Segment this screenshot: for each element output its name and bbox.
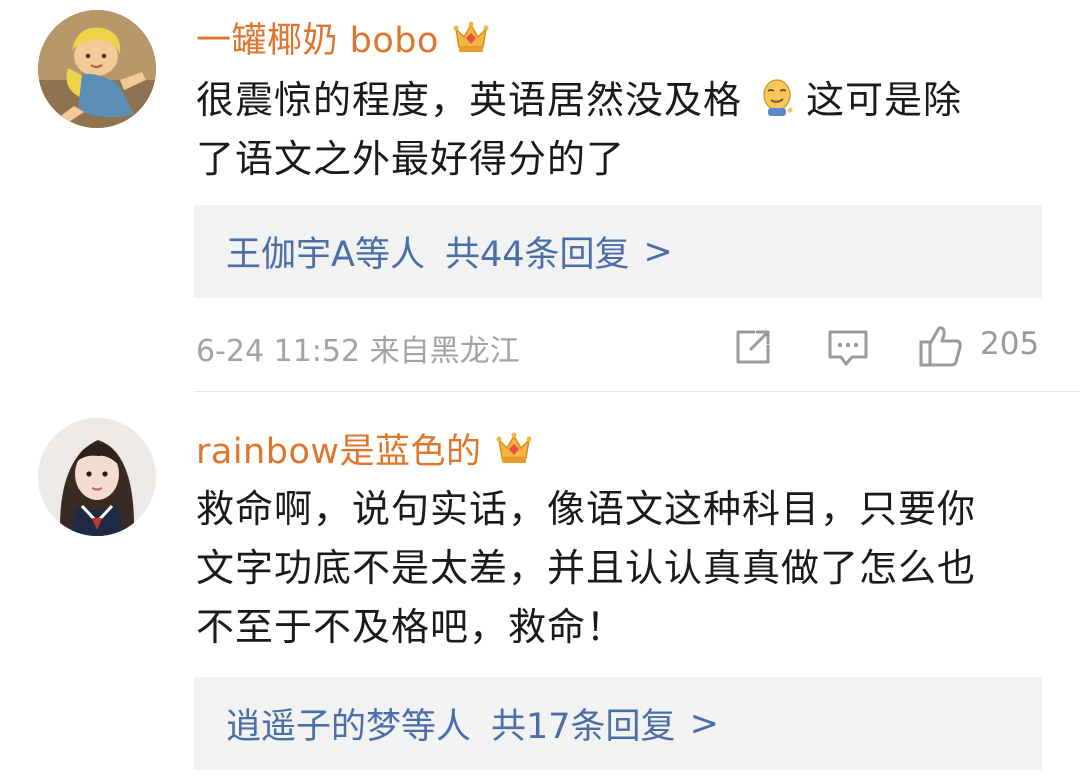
comment-line-text: 这可是除 [806, 78, 963, 122]
username-row: rainbow是蓝色的 [196, 424, 534, 472]
comment-line: 救命啊，说句实话，像语文这种科目，只要你 [196, 487, 977, 531]
reply-count: 共17条回复 [491, 707, 676, 747]
comment-item: 一罐椰奶 bobo 很震惊的程度，英语居然没及格 这可是除 了语文之外最好得分的… [0, 0, 1080, 392]
thumbs-up-icon[interactable] [918, 324, 964, 368]
like-count: 205 [980, 326, 1040, 362]
comment-line: 了语文之外最好得分的了 [196, 137, 626, 181]
comment-line: 文字功底不是太差，并且认认真真做了怎么也 [196, 546, 977, 590]
comment-text: 救命啊，说句实话，像语文这种科目，只要你 文字功底不是太差，并且认认真真做了怎么… [196, 480, 1046, 657]
avatar-photo-image [38, 418, 156, 536]
username[interactable]: 一罐椰奶 bobo [196, 12, 439, 63]
reply-users: 王伽宇A等人 [226, 235, 425, 275]
username-row: 一罐椰奶 bobo [196, 13, 491, 61]
comment-line: 不至于不及格吧，救命！ [196, 605, 626, 649]
username[interactable]: rainbow是蓝色的 [196, 423, 482, 474]
comment-item: rainbow是蓝色的 救命啊，说句实话，像语文这种科目，只要你 文字功底不是太… [0, 392, 1080, 778]
chevron-right-icon: > [643, 231, 673, 272]
avatar[interactable] [38, 10, 156, 128]
crown-badge-icon [453, 21, 489, 52]
share-icon[interactable] [733, 327, 773, 367]
replies-preview[interactable]: 逍遥子的梦等人 共17条回复 > [194, 677, 1042, 770]
comment-line-text: 很震惊的程度，英语居然没及格 [196, 78, 743, 122]
chevron-right-icon: > [689, 703, 719, 744]
reply-count: 共44条回复 [444, 235, 630, 275]
replies-preview[interactable]: 王伽宇A等人 共44条回复 > [194, 205, 1042, 298]
comment-icon[interactable] [827, 329, 869, 367]
comment-line: 很震惊的程度，英语居然没及格 这可是除 [196, 71, 1046, 130]
avatar[interactable] [38, 418, 156, 536]
crown-badge-icon [496, 432, 532, 463]
smirk-emoji-icon [763, 79, 794, 116]
comment-text: 很震惊的程度，英语居然没及格 这可是除 了语文之外最好得分的了 [196, 71, 1046, 189]
timestamp-location: 6-24 11:52 来自黑龙江 [196, 334, 520, 369]
avatar-cartoon-image [38, 10, 156, 128]
reply-users: 逍遥子的梦等人 [226, 707, 472, 747]
